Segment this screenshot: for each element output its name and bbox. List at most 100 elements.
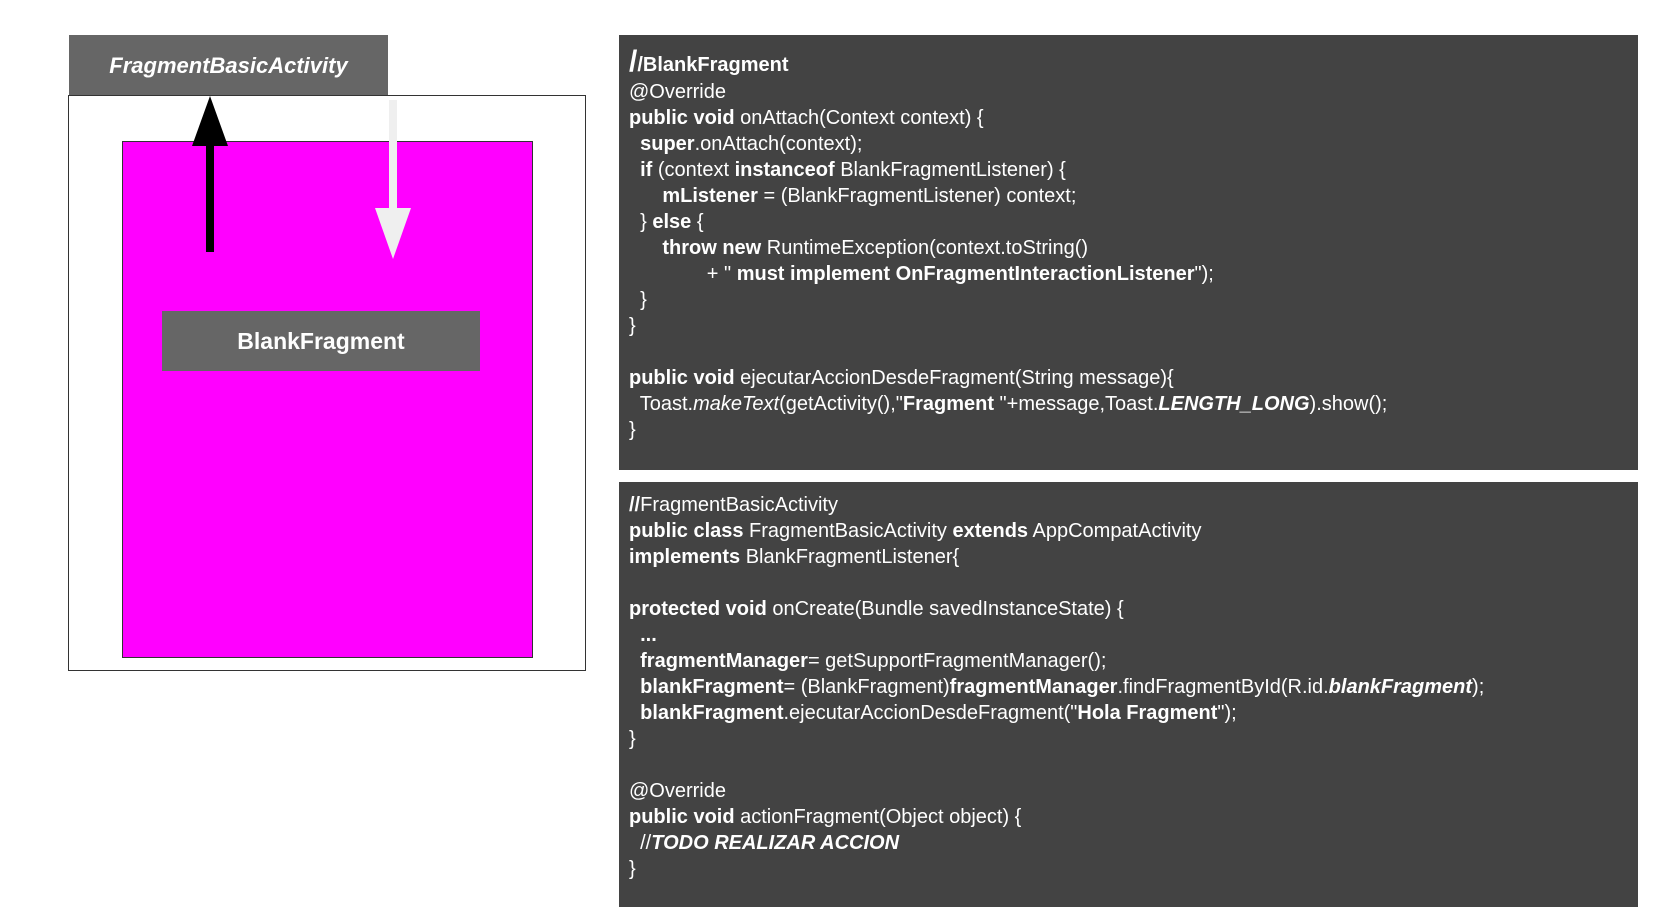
code-token: @Override (629, 780, 726, 802)
code-token: LENGTH_LONG (1158, 393, 1310, 415)
code-line: } (629, 417, 1638, 443)
code-line: throw new RuntimeException(context.toStr… (629, 235, 1638, 261)
code-token: super (640, 133, 695, 155)
code-token: } (629, 211, 653, 233)
code-token: .findFragmentById(R.id. (1117, 676, 1329, 698)
code-line: @Override (629, 778, 1638, 804)
code-token: } (629, 419, 636, 441)
code-token: throw new (662, 237, 762, 259)
interaction-arrows (192, 96, 411, 259)
code-token: } (629, 858, 636, 880)
code-token: Toast. (629, 393, 694, 415)
code-token: FragmentBasicActivity (640, 494, 838, 516)
code-token: "); (1217, 702, 1237, 724)
code-token: } (629, 289, 647, 311)
code-token: public void (629, 806, 735, 828)
code-token: protected void (629, 598, 767, 620)
code-line: public void onAttach(Context context) { (629, 105, 1638, 131)
code-line: } (629, 726, 1638, 752)
code-line: super.onAttach(context); (629, 131, 1638, 157)
code-line: } else { (629, 209, 1638, 235)
code-line: @Override (629, 79, 1638, 105)
code-line: mListener = (BlankFragmentListener) cont… (629, 183, 1638, 209)
code-token: fragmentManager (949, 676, 1118, 698)
code-token: instanceof (734, 159, 835, 181)
code-token: // (629, 832, 652, 854)
code-line: //FragmentBasicActivity (629, 492, 1638, 518)
code-token: onCreate(Bundle savedInstanceState) { (766, 598, 1124, 620)
code-token: + " (629, 263, 737, 285)
code-token: FragmentBasicActivity (743, 520, 953, 542)
code-token: { (691, 211, 704, 233)
code-token: ); (1472, 676, 1485, 698)
code-token: blankFragment (1328, 676, 1473, 698)
code-line: } (629, 856, 1638, 882)
code-line: public void ejecutarAccionDesdeFragment(… (629, 365, 1638, 391)
code-token: ).show(); (1309, 393, 1388, 415)
code-token: "); (1194, 263, 1214, 285)
code-token: ... (640, 624, 657, 646)
code-token: // (629, 494, 641, 516)
code-token: = (BlankFragmentListener) context; (757, 185, 1077, 207)
code-token: actionFragment(Object object) { (734, 806, 1022, 828)
fragment-title-label: BlankFragment (162, 311, 480, 371)
code-line: + " must implement OnFragmentInteraction… (629, 261, 1638, 287)
code-line: //TODO REALIZAR ACCION (629, 830, 1638, 856)
code-token: blankFragment (640, 676, 784, 698)
code-token: RuntimeException(context.toString() (761, 237, 1089, 259)
code-token: must implement OnFragmentInteractionList… (736, 263, 1195, 285)
code-line: if (context instanceof BlankFragmentList… (629, 157, 1638, 183)
code-token: TODO REALIZAR ACCION (651, 832, 900, 854)
code-line: ... (629, 622, 1638, 648)
code-token: else (652, 211, 692, 233)
code-token: AppCompatActivity (1028, 520, 1202, 542)
code-line: fragmentManager= getSupportFragmentManag… (629, 648, 1638, 674)
code-line: blankFragment= (BlankFragment)fragmentMa… (629, 674, 1638, 700)
code-token: ejecutarAccionDesdeFragment(String messa… (734, 367, 1174, 389)
code-token: implements (629, 546, 741, 568)
code-token: BlankFragmentListener) { (834, 159, 1066, 181)
code-token: makeText (693, 393, 780, 415)
code-line: } (629, 287, 1638, 313)
code-token: Fragment (902, 393, 994, 415)
code-token: /BlankFragment (637, 54, 789, 76)
code-token: public void (629, 107, 735, 129)
code-token: @Override (629, 81, 726, 103)
code-token: public void (629, 367, 735, 389)
code-line: protected void onCreate(Bundle savedInst… (629, 596, 1638, 622)
arrow-down-icon (375, 100, 411, 259)
code-line: Toast.makeText(getActivity(),"Fragment "… (629, 391, 1638, 417)
code-token: Hola Fragment (1077, 702, 1218, 724)
code-token: } (629, 728, 636, 750)
code-line: } (629, 313, 1638, 339)
code-token: mListener (662, 185, 758, 207)
code-token: .onAttach(context); (694, 133, 863, 155)
code-line: public void actionFragment(Object object… (629, 804, 1638, 830)
code-token: = (BlankFragment) (783, 676, 950, 698)
arrow-up-icon (192, 96, 228, 252)
code-token: blankFragment (640, 702, 784, 724)
code-token: BlankFragmentListener{ (740, 546, 960, 568)
code-token: = getSupportFragmentManager(); (807, 650, 1107, 672)
code-token: if (640, 159, 653, 181)
activity-code-panel: //FragmentBasicActivity public class Frag… (619, 482, 1638, 907)
code-token: (getActivity()," (779, 393, 903, 415)
code-token: fragmentManager (640, 650, 808, 672)
code-token: "+message,Toast. (994, 393, 1159, 415)
code-line: implements BlankFragmentListener{ (629, 544, 1638, 570)
code-line: public class FragmentBasicActivity exten… (629, 518, 1638, 544)
code-token: public class (629, 520, 744, 542)
code-line: blankFragment.ejecutarAccionDesdeFragmen… (629, 700, 1638, 726)
code-token: (context (652, 159, 735, 181)
